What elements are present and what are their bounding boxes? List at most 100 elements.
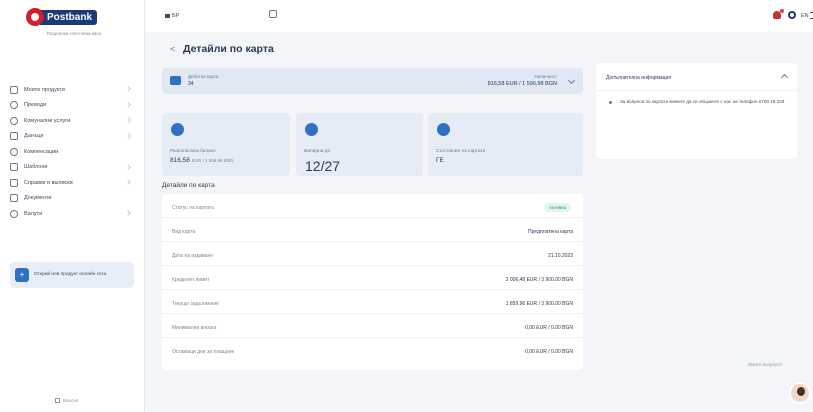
chevron-down-icon[interactable]	[567, 76, 576, 85]
sidebar-item-compensations[interactable]: Компенсации	[10, 144, 134, 160]
sidebar-item-products[interactable]: Моите продукти	[10, 82, 134, 98]
status-badge: Активна	[544, 203, 571, 212]
document-icon	[10, 194, 18, 203]
valid-until-card: Валидна до 12/27	[296, 113, 423, 176]
open-product-promo[interactable]: + Открий нов продукт онлайн сега	[10, 262, 134, 288]
detail-value: Предплатена карта	[528, 229, 573, 235]
valid-until-label: Валидна до	[304, 149, 331, 154]
detail-value: 2 006,48 EUR / 3 900,00 BGN	[505, 277, 573, 283]
detail-value: 21.10.2023	[547, 253, 573, 259]
balance-icon	[171, 123, 184, 136]
help-prompt[interactable]: Имате въпроси?	[748, 362, 782, 367]
chevron-right-icon	[125, 86, 131, 92]
chevron-right-icon	[125, 179, 131, 185]
flag-icon	[165, 13, 170, 18]
page-title: Детайли по карта	[183, 43, 274, 55]
sidebar-item-statements[interactable]: Справки и выписки	[10, 175, 134, 191]
detail-row: Кредитен лимит 2 006,48 EUR / 3 900,00 BG…	[162, 269, 583, 290]
language-indicator[interactable]: BP	[165, 13, 179, 19]
plus-icon: +	[15, 268, 29, 282]
card-selector[interactable]: Дебитна карта 34 Наличност 816,58 EUR / …	[162, 68, 583, 94]
detail-value: 0,00 EUR / 0,00 BGN	[525, 325, 573, 331]
balance-card: Разполагаем баланс 816,58 EUR / 1 596,98…	[162, 113, 290, 176]
detail-row: Минимална вноска 0,00 EUR / 0,00 BGN	[162, 317, 583, 338]
bullet-icon	[609, 101, 612, 104]
info-icon	[55, 398, 60, 403]
valid-until-value: 12/27	[305, 158, 341, 174]
version-text: Версия	[63, 398, 79, 403]
transfer-icon	[10, 101, 18, 110]
additional-info-title: Допълнителна информация	[606, 75, 672, 81]
sidebar-item-label: Компенсации	[24, 148, 59, 155]
tax-icon	[10, 132, 18, 141]
logo[interactable]: Postbank	[26, 8, 98, 26]
template-icon	[10, 163, 18, 172]
detail-row: Текущо задължение 1 859,96 EUR / 3 900,00…	[162, 293, 583, 314]
sidebar-item-label: Валути	[24, 210, 43, 217]
balance-unit: EUR / 1 596,98 BGN	[191, 158, 234, 163]
detail-row: Дата на издаване 21.10.2023	[162, 245, 583, 266]
card-status-card: Състояние на картата ГЕ	[428, 113, 583, 176]
chevron-right-icon	[125, 101, 131, 108]
additional-info-header[interactable]: Допълнителна информация	[596, 63, 797, 91]
chat-assistant-avatar[interactable]	[789, 382, 811, 404]
card-type: Дебитна карта	[188, 74, 219, 79]
brand-tagline: Пощенска спестовна каса	[46, 31, 102, 36]
balance-value: 816,58 EUR / 1 596,98 BGN	[170, 157, 233, 164]
detail-key: Кредитен лимит	[172, 277, 210, 283]
detail-key: Оставащи дни за плащане	[172, 349, 235, 355]
status-icon	[437, 123, 450, 136]
sidebar-item-label: Комунални услуги	[24, 117, 71, 124]
sidebar-item-currencies[interactable]: Валути	[10, 206, 134, 222]
balance-label: Разполагаем баланс	[170, 149, 216, 154]
top-bar: BP EN	[146, 0, 813, 32]
refresh-icon[interactable]	[269, 10, 277, 18]
detail-row: Вид карта Предплатена карта	[162, 221, 583, 242]
card-number: 34	[188, 81, 194, 87]
sidebar-item-taxes[interactable]: Данъци	[10, 129, 134, 145]
detail-key: Дата на издаване	[172, 253, 213, 259]
chevron-right-icon	[125, 117, 131, 123]
additional-info-panel: Допълнителна информация За въпроси по ка…	[596, 63, 797, 159]
card-status-label: Състояние на картата	[436, 149, 486, 154]
detail-row: Статус на картата Активна	[162, 197, 583, 218]
sidebar: Postbank Пощенска спестовна каса Моите п…	[0, 0, 145, 412]
detail-key: Минимална вноска	[172, 325, 217, 331]
version-footer: Версия	[55, 398, 78, 403]
report-icon	[10, 178, 18, 187]
notification-bell-icon[interactable]	[773, 9, 784, 19]
detail-value: 0,00 EUR / 0,00 BGN	[525, 349, 573, 355]
wallet-icon	[10, 85, 18, 94]
sidebar-item-label: Моите продукти	[24, 86, 65, 93]
details-table: Статус на картата Активна Вид карта Предпл…	[162, 194, 583, 370]
user-icon[interactable]	[788, 11, 796, 19]
back-button[interactable]: <	[170, 44, 175, 54]
sidebar-item-label: Документи	[24, 195, 52, 202]
sidebar-item-utilities[interactable]: Комунални услуги	[10, 113, 134, 129]
details-title: Детайли по карта	[162, 182, 215, 189]
sidebar-item-label: Преводи	[24, 102, 47, 109]
sidebar-item-documents[interactable]: Документи	[10, 191, 134, 207]
postbank-logo-icon	[26, 8, 44, 26]
sidebar-item-templates[interactable]: Шаблони	[10, 160, 134, 176]
chevron-right-icon	[125, 163, 131, 170]
sidebar-item-transfers[interactable]: Преводи	[10, 98, 134, 114]
additional-info-text: За въпроси по картата можете да се свърж…	[620, 99, 785, 104]
card-icon	[170, 76, 181, 85]
sidebar-item-label: Справки и выписки	[24, 179, 73, 186]
promo-text: Открий нов продукт онлайн сега	[34, 272, 107, 277]
card-amount: 816,58 EUR / 1 596,98 BGN	[487, 81, 557, 87]
sidebar-item-label: Шаблони	[24, 164, 48, 171]
language-switch[interactable]: EN	[801, 13, 809, 19]
balance-amount: 816,58	[170, 157, 190, 164]
chevron-right-icon	[125, 132, 131, 139]
chevron-up-icon[interactable]	[780, 73, 789, 82]
chevron-right-icon	[125, 210, 131, 216]
detail-value: 1 859,96 EUR / 3 900,00 BGN	[505, 301, 573, 307]
detail-row: Оставащи дни за плащане 0,00 EUR / 0,00 B…	[162, 341, 583, 362]
sidebar-nav: Моите продукти Преводи Комунални услуги …	[10, 82, 134, 222]
bulb-icon	[10, 116, 18, 125]
language-code: BP	[172, 13, 180, 19]
detail-key: Статус на картата	[172, 205, 214, 211]
coin-icon	[10, 147, 18, 156]
